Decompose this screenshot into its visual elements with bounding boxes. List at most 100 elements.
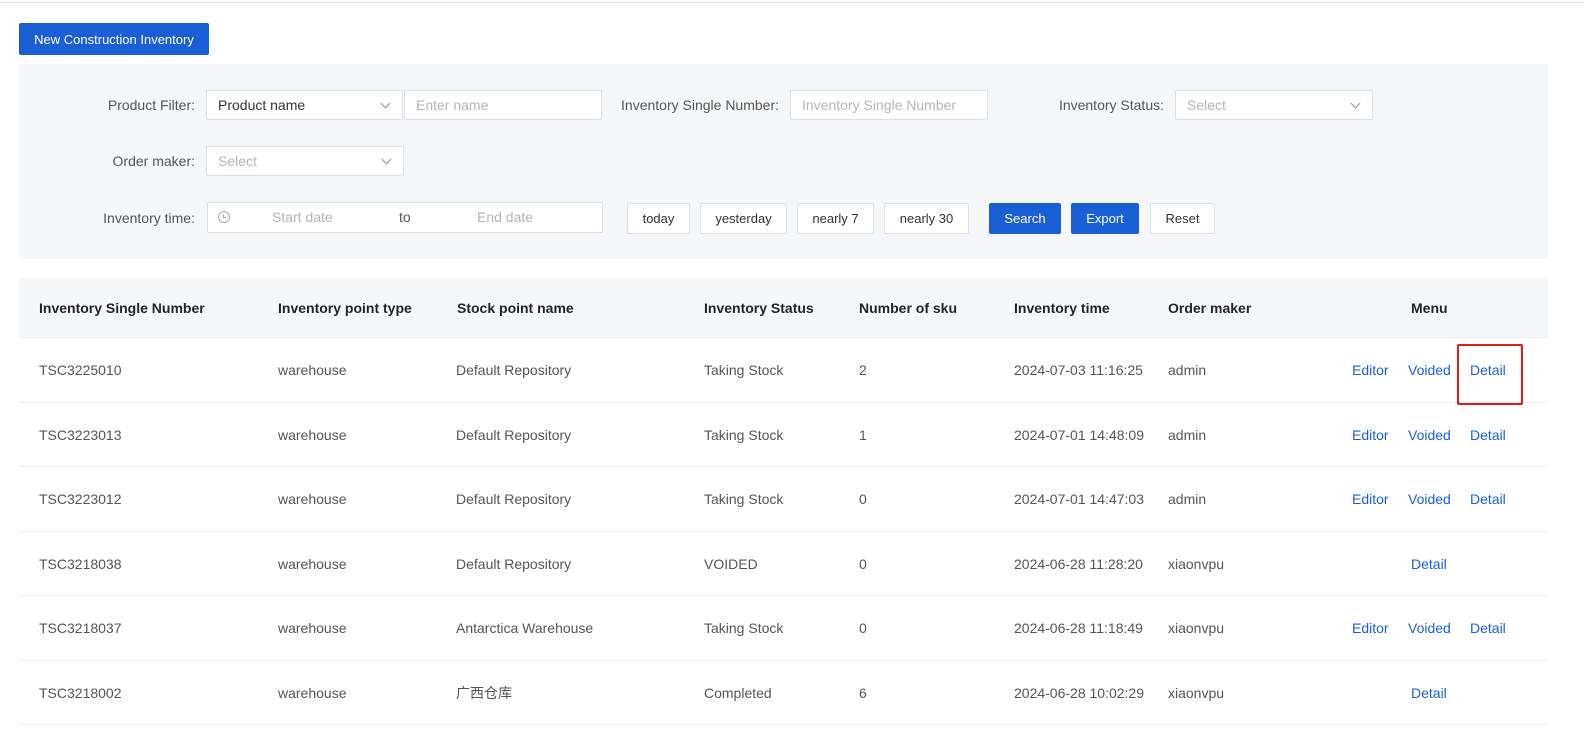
header-number: Inventory Single Number xyxy=(39,300,205,316)
order-maker-select[interactable]: Select xyxy=(206,146,404,176)
new-construction-inventory-button[interactable]: New Construction Inventory xyxy=(19,23,209,55)
cell-sku: 2 xyxy=(859,362,867,378)
cell-sku: 1 xyxy=(859,426,867,443)
detail-link[interactable]: Detail xyxy=(1470,338,1506,402)
cell-point-type: warehouse xyxy=(278,555,347,572)
cell-point-type: warehouse xyxy=(278,426,347,443)
header-status: Inventory Status xyxy=(704,300,814,316)
cell-number: TSC3218037 xyxy=(39,620,122,636)
cell-time: 2024-06-28 11:28:20 xyxy=(1014,555,1143,572)
table-row: TSC3218002 warehouse 广西仓库 Completed 6 20… xyxy=(19,661,1548,725)
cell-number: TSC3218038 xyxy=(39,555,122,572)
header-point-name: Stock point name xyxy=(457,300,574,316)
chevron-down-icon xyxy=(1350,98,1361,109)
table-row: TSC3218037 warehouse Antarctica Warehous… xyxy=(19,596,1548,661)
editor-link[interactable]: Editor xyxy=(1352,338,1389,402)
clock-icon xyxy=(218,211,230,223)
cell-maker: xiaonvpu xyxy=(1168,555,1225,572)
inventory-time-label: Inventory time: xyxy=(103,210,195,226)
product-name-placeholder: Enter name xyxy=(416,97,489,113)
inventory-status-placeholder: Select xyxy=(1187,97,1226,113)
editor-link[interactable]: Editor xyxy=(1352,467,1389,531)
header-menu: Menu xyxy=(1411,300,1448,316)
cell-point-name: Default Repository xyxy=(456,555,572,572)
cell-sku: 6 xyxy=(859,684,867,701)
cell-maker: admin xyxy=(1168,426,1207,443)
inventory-time-range[interactable]: Start date to End date xyxy=(207,202,603,233)
quick-yesterday-button[interactable]: yesterday xyxy=(700,203,787,234)
voided-link[interactable]: Voided xyxy=(1408,403,1451,467)
chevron-down-icon xyxy=(380,98,391,109)
header-maker: Order maker xyxy=(1168,300,1252,316)
cell-number: TSC3223012 xyxy=(39,491,122,507)
cell-status: Taking Stock xyxy=(704,620,784,636)
cell-point-name: 广西仓库 xyxy=(456,684,512,701)
header-point-type: Inventory point type xyxy=(278,300,412,316)
cell-point-name: Default Repository xyxy=(456,491,572,507)
inventory-status-select[interactable]: Select xyxy=(1175,90,1373,120)
cell-time: 2024-06-28 10:02:29 xyxy=(1014,684,1144,701)
reset-button[interactable]: Reset xyxy=(1150,203,1215,234)
single-number-input[interactable]: Inventory Single Number xyxy=(790,90,988,120)
product-filter-select[interactable]: Product name xyxy=(206,90,403,120)
header-time: Inventory time xyxy=(1014,300,1110,316)
detail-link[interactable]: Detail xyxy=(1470,403,1506,467)
cell-status: Taking Stock xyxy=(704,426,784,443)
filter-panel: Product Filter: Product name Enter name … xyxy=(19,64,1548,259)
cell-sku: 0 xyxy=(859,555,867,572)
cell-number: TSC3218002 xyxy=(39,684,122,701)
quick-nearly7-button[interactable]: nearly 7 xyxy=(797,203,874,234)
table-row: TSC3225010 warehouse Default Repository … xyxy=(19,338,1548,403)
editor-link[interactable]: Editor xyxy=(1352,403,1389,467)
quick-today-button[interactable]: today xyxy=(627,203,690,234)
search-button[interactable]: Search xyxy=(989,203,1061,234)
export-button[interactable]: Export xyxy=(1071,203,1139,234)
cell-point-type: warehouse xyxy=(278,362,347,378)
order-maker-placeholder: Select xyxy=(218,153,257,169)
end-date-input[interactable]: End date xyxy=(477,203,533,231)
table-row: TSC3223013 warehouse Default Repository … xyxy=(19,403,1548,467)
order-maker-label: Order maker: xyxy=(112,153,195,169)
cell-point-name: Default Repository xyxy=(456,362,572,378)
cell-sku: 0 xyxy=(859,491,867,507)
start-date-input[interactable]: Start date xyxy=(272,203,333,231)
table-row: TSC3218038 warehouse Default Repository … xyxy=(19,532,1548,596)
cell-status: Taking Stock xyxy=(704,491,784,507)
single-number-label: Inventory Single Number: xyxy=(621,97,779,113)
product-filter-label: Product Filter: xyxy=(107,97,195,113)
voided-link[interactable]: Voided xyxy=(1408,467,1451,531)
detail-link[interactable]: Detail xyxy=(1470,467,1506,531)
cell-number: TSC3225010 xyxy=(39,362,122,378)
header-sku: Number of sku xyxy=(859,300,958,316)
detail-link[interactable]: Detail xyxy=(1411,532,1447,596)
cell-time: 2024-07-03 11:16:25 xyxy=(1014,362,1143,378)
cell-maker: admin xyxy=(1168,491,1207,507)
table-header: Inventory Single Number Inventory point … xyxy=(19,278,1548,338)
editor-link[interactable]: Editor xyxy=(1352,596,1389,660)
cell-status: VOIDED xyxy=(704,555,758,572)
voided-link[interactable]: Voided xyxy=(1408,596,1451,660)
cell-point-name: Default Repository xyxy=(456,426,572,443)
inventory-status-label: Inventory Status: xyxy=(1058,97,1164,113)
product-filter-value: Product name xyxy=(218,97,306,113)
cell-maker: admin xyxy=(1168,362,1207,378)
chevron-down-icon xyxy=(381,154,392,165)
cell-number: TSC3223013 xyxy=(39,426,122,443)
voided-link[interactable]: Voided xyxy=(1408,338,1451,402)
cell-sku: 0 xyxy=(859,620,867,636)
cell-maker: xiaonvpu xyxy=(1168,620,1225,636)
detail-link[interactable]: Detail xyxy=(1470,596,1506,660)
cell-time: 2024-07-01 14:47:03 xyxy=(1014,491,1144,507)
inventory-table: Inventory Single Number Inventory point … xyxy=(19,278,1548,725)
cell-point-name: Antarctica Warehouse xyxy=(456,620,594,636)
cell-point-type: warehouse xyxy=(278,491,347,507)
cell-time: 2024-07-01 14:48:09 xyxy=(1014,426,1144,443)
table-row: TSC3223012 warehouse Default Repository … xyxy=(19,467,1548,532)
product-name-input[interactable]: Enter name xyxy=(404,90,602,120)
top-divider xyxy=(0,2,1584,3)
detail-link[interactable]: Detail xyxy=(1411,661,1447,725)
quick-nearly30-button[interactable]: nearly 30 xyxy=(884,203,969,234)
cell-maker: xiaonvpu xyxy=(1168,684,1225,701)
cell-point-type: warehouse xyxy=(278,620,347,636)
single-number-placeholder: Inventory Single Number xyxy=(802,97,957,113)
